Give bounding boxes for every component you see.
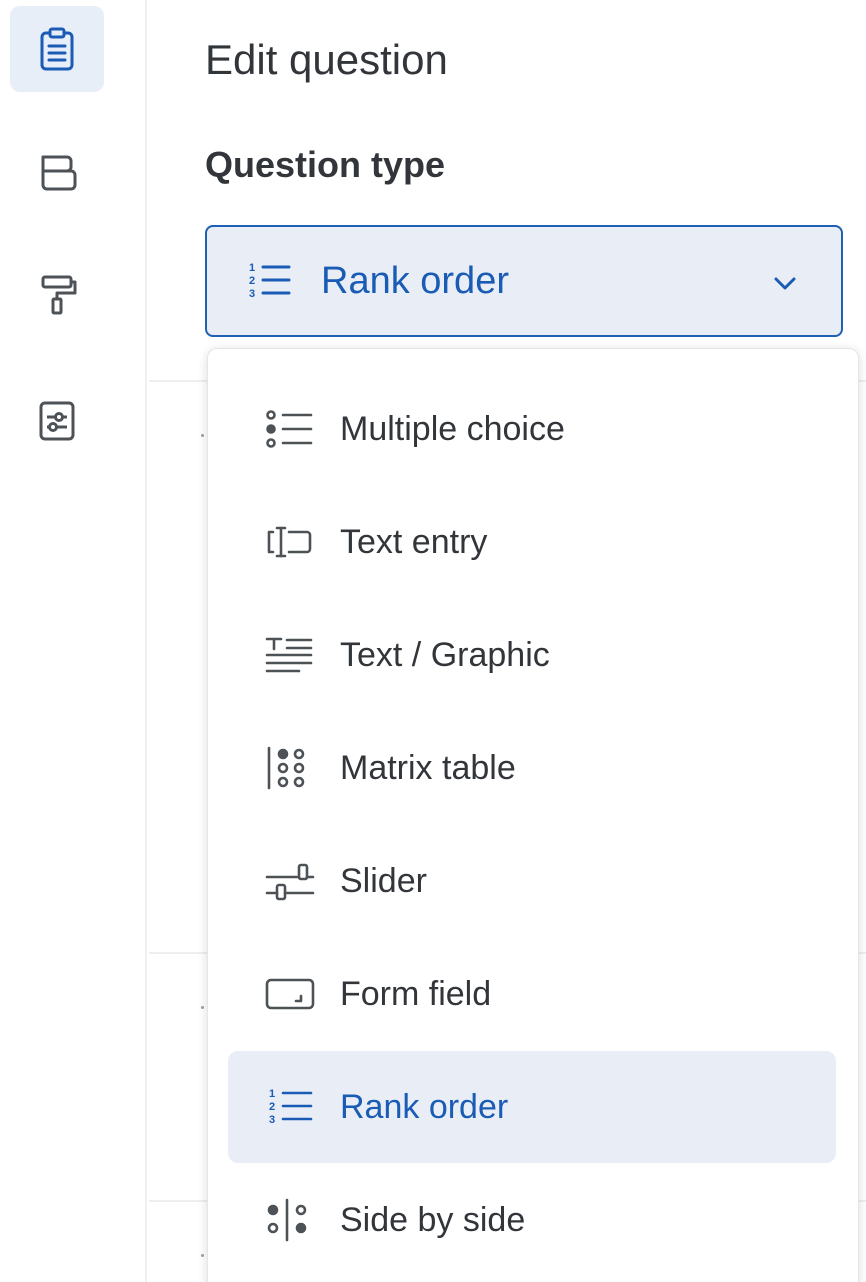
option-side-by-side[interactable]: Side by side	[228, 1164, 836, 1276]
chevron-down-icon	[774, 277, 796, 290]
option-label: Multiple choice	[340, 409, 565, 448]
rail-button-survey[interactable]	[10, 6, 104, 92]
left-icon-rail	[0, 0, 147, 1282]
svg-text:2: 2	[249, 275, 255, 287]
option-rank-order[interactable]: 1 2 3 Rank order	[228, 1051, 836, 1163]
option-slider[interactable]: Slider	[228, 825, 836, 937]
option-label: Text / Graphic	[340, 635, 550, 674]
settings-sliders-icon	[39, 401, 75, 441]
option-label: Rank order	[340, 1087, 509, 1126]
svg-text:2: 2	[269, 1101, 275, 1113]
matrix-table-icon	[267, 746, 305, 790]
rank-order-icon: 1 2 3	[249, 262, 291, 300]
svg-text:3: 3	[269, 1114, 275, 1126]
form-field-icon	[265, 978, 315, 1010]
rail-button-survey-options[interactable]	[10, 378, 104, 464]
question-type-label: Question type	[205, 144, 446, 185]
option-label: Matrix table	[340, 748, 516, 787]
side-by-side-icon	[267, 1198, 307, 1242]
option-label: Slider	[340, 861, 427, 900]
option-label: Side by side	[340, 1200, 526, 1239]
multiple-choice-icon	[266, 410, 313, 448]
clipboard-icon	[40, 27, 74, 71]
paint-roller-icon	[41, 275, 77, 315]
option-text-graphic[interactable]: Text / Graphic	[228, 599, 836, 711]
option-label: Form field	[340, 974, 492, 1013]
question-type-dropdown: Multiple choice Text entry Text / Graphi…	[207, 348, 859, 1282]
rail-button-look-and-feel[interactable]	[10, 252, 104, 338]
rail-button-flow[interactable]	[10, 130, 104, 216]
background-marker	[201, 1254, 204, 1257]
text-entry-icon	[267, 526, 312, 558]
svg-text:1: 1	[269, 1088, 275, 1100]
option-label: Text entry	[340, 522, 488, 561]
text-graphic-icon	[265, 637, 313, 673]
edit-question-panel: Edit question Question type 1 2 3 Rank o…	[149, 0, 866, 1282]
background-marker	[201, 434, 204, 437]
rank-order-icon: 1 2 3	[269, 1088, 313, 1126]
option-multiple-choice[interactable]: Multiple choice	[228, 373, 836, 485]
layout-blocks-icon	[41, 155, 77, 191]
question-type-select[interactable]: 1 2 3 Rank order	[205, 225, 843, 337]
svg-text:1: 1	[249, 262, 255, 274]
question-type-selected-value: Rank order	[321, 259, 509, 302]
option-form-field[interactable]: Form field	[228, 938, 836, 1050]
panel-title: Edit question	[205, 36, 448, 83]
background-marker	[201, 1006, 204, 1009]
option-matrix-table[interactable]: Matrix table	[228, 712, 836, 824]
option-text-entry[interactable]: Text entry	[228, 486, 836, 598]
slider-icon	[265, 863, 315, 901]
svg-text:3: 3	[249, 288, 255, 300]
